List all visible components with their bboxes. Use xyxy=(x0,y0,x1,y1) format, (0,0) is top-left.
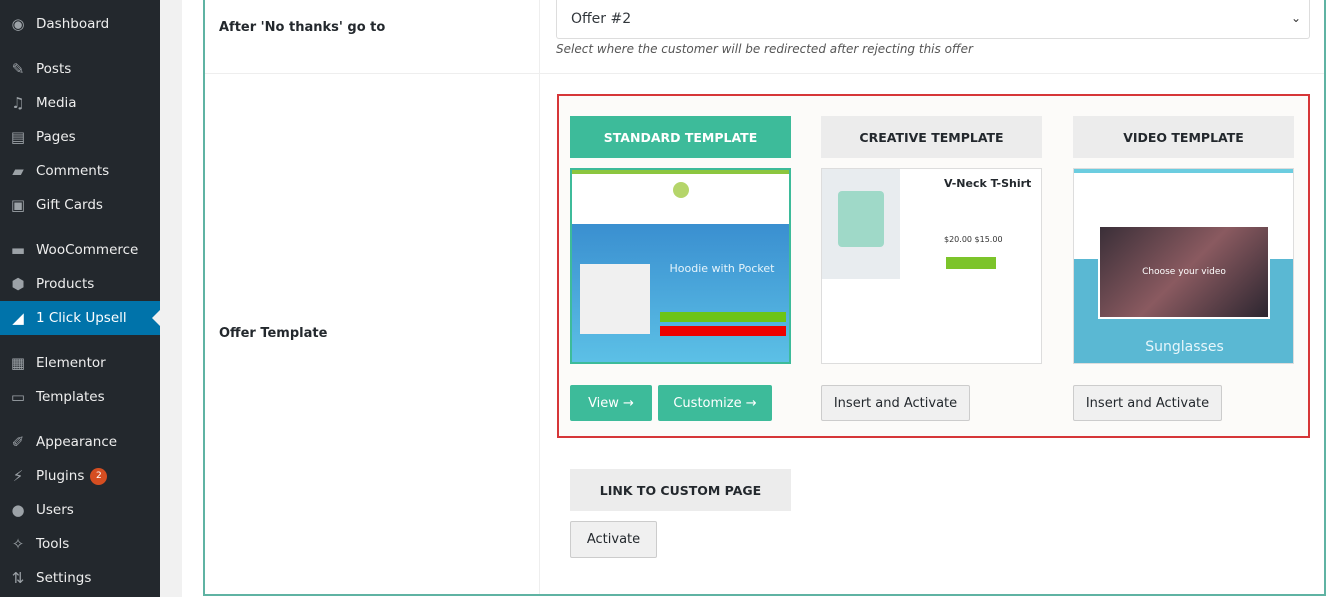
sidebar-item-1-click-upsell[interactable]: ◢ 1 Click Upsell xyxy=(0,301,160,335)
sidebar-item-tools[interactable]: ✧ Tools xyxy=(0,527,160,561)
sidebar-item-label: Settings xyxy=(36,570,92,586)
offer-template-label: Offer Template xyxy=(219,326,328,341)
thumb-title: Hoodie with Pocket xyxy=(669,262,775,275)
sidebar-item-label: Templates xyxy=(36,389,105,405)
pages-icon: ▤ xyxy=(10,128,26,146)
thumb-title: Sunglasses xyxy=(1145,339,1224,355)
sidebar-item-products[interactable]: ⬢ Products xyxy=(0,267,160,301)
insert-activate-creative-button[interactable]: Insert and Activate xyxy=(821,385,970,421)
brush-icon: ✐ xyxy=(11,433,25,451)
wrench-icon: ✧ xyxy=(11,535,25,553)
sidebar-item-label: Gift Cards xyxy=(36,197,103,213)
sidebar-item-posts[interactable]: ✎ Posts xyxy=(0,52,160,86)
select-value: Offer #2 xyxy=(571,11,632,27)
sidebar-item-dashboard[interactable]: ◉ Dashboard xyxy=(0,7,160,41)
sidebar-item-label: Posts xyxy=(36,61,72,77)
comment-icon: ▰ xyxy=(12,162,24,180)
admin-sidebar: ◉ Dashboard ✎ Posts ♫ Media ▤ Pages ▰ Comments ▣ Gi… xyxy=(0,0,160,597)
sidebar-item-label: Dashboard xyxy=(36,16,110,32)
insert-activate-video-button[interactable]: Insert and Activate xyxy=(1073,385,1222,421)
sidebar-item-settings[interactable]: ⇅ Settings xyxy=(0,561,160,595)
thumb-video: Choose your video xyxy=(1098,225,1270,319)
sidebar-item-label: Elementor xyxy=(36,355,106,371)
chevron-down-icon: ⌄ xyxy=(1290,11,1301,25)
sidebar-item-templates[interactable]: ▭ Templates xyxy=(0,380,160,414)
sidebar-item-pages[interactable]: ▤ Pages xyxy=(0,120,160,154)
pin-icon: ✎ xyxy=(11,60,25,78)
elementor-icon: ▦ xyxy=(10,354,26,372)
update-count-badge: 2 xyxy=(90,467,108,485)
woo-icon: ▬ xyxy=(10,241,26,259)
chart-icon: ◢ xyxy=(12,309,24,327)
sidebar-item-label: 1 Click Upsell xyxy=(36,310,127,326)
sidebar-item-label: WooCommerce xyxy=(36,242,139,258)
thumb-price: $20.00 $15.00 xyxy=(944,235,1003,244)
box-icon: ⬢ xyxy=(11,275,25,293)
no-thanks-select[interactable]: Offer #2 ⌄ xyxy=(556,0,1310,39)
view-button[interactable]: View → xyxy=(570,385,652,421)
sidebar-item-label: Media xyxy=(36,95,77,111)
sidebar-item-gift-cards[interactable]: ▣ Gift Cards xyxy=(0,188,160,222)
video-template-preview[interactable]: Choose your video Sunglasses xyxy=(1073,168,1294,364)
link-custom-page-header: LINK TO CUSTOM PAGE xyxy=(570,469,791,511)
sidebar-item-label: Plugins xyxy=(36,468,85,484)
sidebar-item-label: Products xyxy=(36,276,95,292)
sidebar-item-plugins[interactable]: ⚡ Plugins 2 xyxy=(0,459,160,493)
tab-video-template[interactable]: VIDEO TEMPLATE xyxy=(1073,116,1294,158)
sidebar-item-media[interactable]: ♫ Media xyxy=(0,86,160,120)
creative-template-preview[interactable]: V-Neck T-Shirt $20.00 $15.00 xyxy=(821,168,1042,364)
customize-button[interactable]: Customize → xyxy=(658,385,772,421)
plugin-icon: ⚡ xyxy=(12,467,24,485)
tab-creative-template[interactable]: CREATIVE TEMPLATE xyxy=(821,116,1042,158)
no-thanks-description: Select where the customer will be redire… xyxy=(556,42,973,56)
sidebar-item-appearance[interactable]: ✐ Appearance xyxy=(0,425,160,459)
sidebar-item-label: Appearance xyxy=(36,434,118,450)
tab-standard-template[interactable]: STANDARD TEMPLATE xyxy=(570,116,791,158)
sidebar-item-label: Users xyxy=(36,502,74,518)
activate-custom-page-button[interactable]: Activate xyxy=(570,521,657,558)
user-icon: ● xyxy=(11,501,25,519)
dashboard-icon: ◉ xyxy=(11,15,25,33)
sidebar-item-users[interactable]: ● Users xyxy=(0,493,160,527)
sidebar-item-elementor[interactable]: ▦ Elementor xyxy=(0,346,160,380)
sidebar-item-label: Comments xyxy=(36,163,110,179)
settings-icon: ⇅ xyxy=(11,569,25,587)
sidebar-item-woocommerce[interactable]: ▬ WooCommerce xyxy=(0,233,160,267)
sidebar-item-label: Tools xyxy=(36,536,70,552)
row-divider xyxy=(205,73,1324,74)
thumb-title: V-Neck T-Shirt xyxy=(944,177,1032,190)
column-divider xyxy=(539,0,540,594)
media-icon: ♫ xyxy=(11,94,25,112)
gift-card-icon: ▣ xyxy=(10,196,26,214)
folder-icon: ▭ xyxy=(10,388,26,406)
no-thanks-label: After 'No thanks' go to xyxy=(219,20,386,35)
standard-template-preview[interactable]: Hoodie with Pocket xyxy=(570,168,791,364)
sidebar-item-comments[interactable]: ▰ Comments xyxy=(0,154,160,188)
sidebar-item-label: Pages xyxy=(36,129,76,145)
